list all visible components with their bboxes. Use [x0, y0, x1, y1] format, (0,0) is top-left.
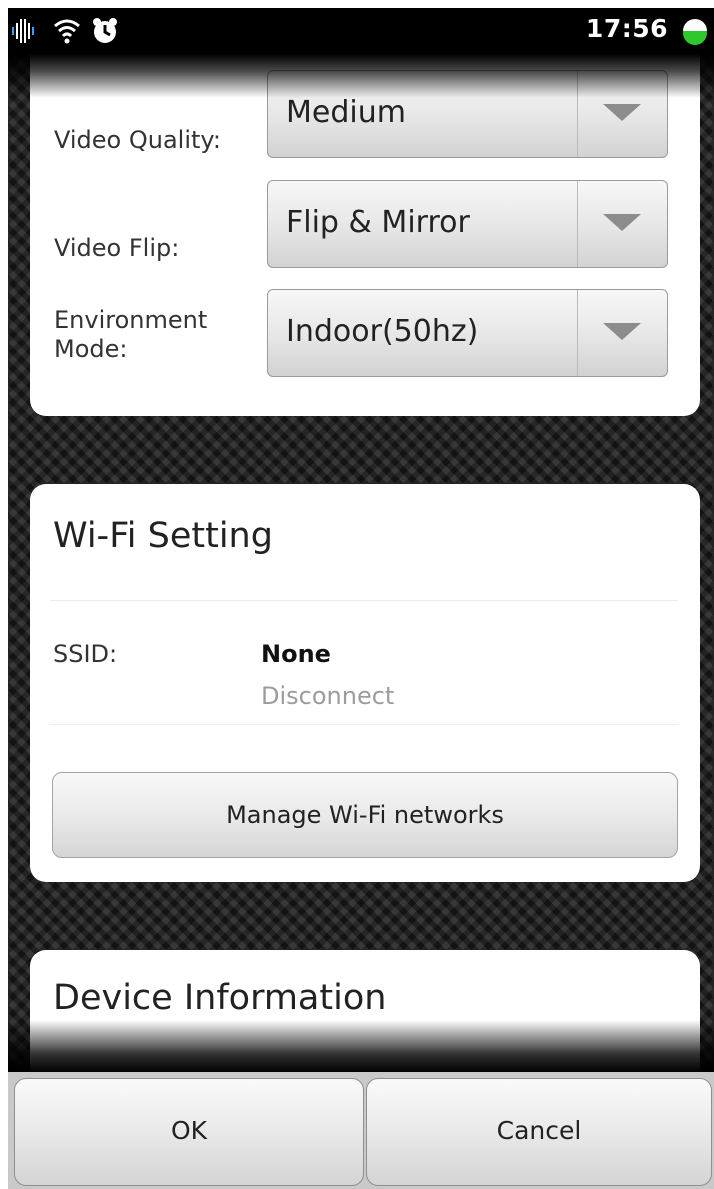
- signal-bars-icon: [12, 19, 34, 43]
- wifi-setting-card: Wi-Fi Setting SSID: None Disconnect Mana…: [30, 484, 700, 882]
- cancel-button[interactable]: Cancel: [366, 1078, 712, 1186]
- ok-button[interactable]: OK: [14, 1078, 364, 1186]
- dropdown-arrow-icon: [603, 214, 641, 231]
- ssid-label: SSID:: [53, 640, 118, 668]
- environment-mode-dropdown[interactable]: Indoor(50hz): [267, 289, 668, 377]
- video-quality-value: Medium: [286, 95, 406, 130]
- environment-mode-label: Environment Mode:: [54, 306, 208, 363]
- divider: [50, 724, 678, 725]
- clock-time: 17:56: [585, 14, 668, 43]
- bottom-fade-overlay: [8, 1020, 714, 1072]
- dialog-button-bar: OK Cancel: [8, 1072, 714, 1189]
- status-bar: 17:56: [8, 8, 714, 54]
- settings-scroll-area[interactable]: Video Quality: Medium Video Flip: Flip &…: [8, 54, 714, 1072]
- wifi-icon: [54, 19, 80, 44]
- alarm-clock-icon: [93, 18, 117, 43]
- video-quality-label: Video Quality:: [54, 126, 221, 154]
- wifi-setting-title: Wi-Fi Setting: [53, 516, 273, 556]
- dropdown-separator: [577, 181, 578, 267]
- video-flip-value: Flip & Mirror: [286, 205, 470, 240]
- dropdown-arrow-icon: [603, 104, 641, 121]
- video-settings-card: Video Quality: Medium Video Flip: Flip &…: [30, 54, 700, 416]
- video-flip-label: Video Flip:: [54, 234, 180, 262]
- divider: [50, 600, 678, 601]
- video-flip-dropdown[interactable]: Flip & Mirror: [267, 180, 668, 268]
- dropdown-separator: [577, 290, 578, 376]
- ssid-connection-status: Disconnect: [261, 682, 395, 710]
- dropdown-arrow-icon: [603, 323, 641, 340]
- manage-wifi-networks-button[interactable]: Manage Wi-Fi networks: [52, 772, 678, 858]
- environment-mode-value: Indoor(50hz): [286, 314, 479, 349]
- battery-icon: [683, 19, 707, 45]
- ssid-value: None: [261, 640, 331, 668]
- screen: 17:56 Video Quality: Medium Video Flip: …: [8, 8, 714, 1189]
- device-information-title: Device Information: [53, 978, 387, 1018]
- top-fade-overlay: [8, 54, 714, 98]
